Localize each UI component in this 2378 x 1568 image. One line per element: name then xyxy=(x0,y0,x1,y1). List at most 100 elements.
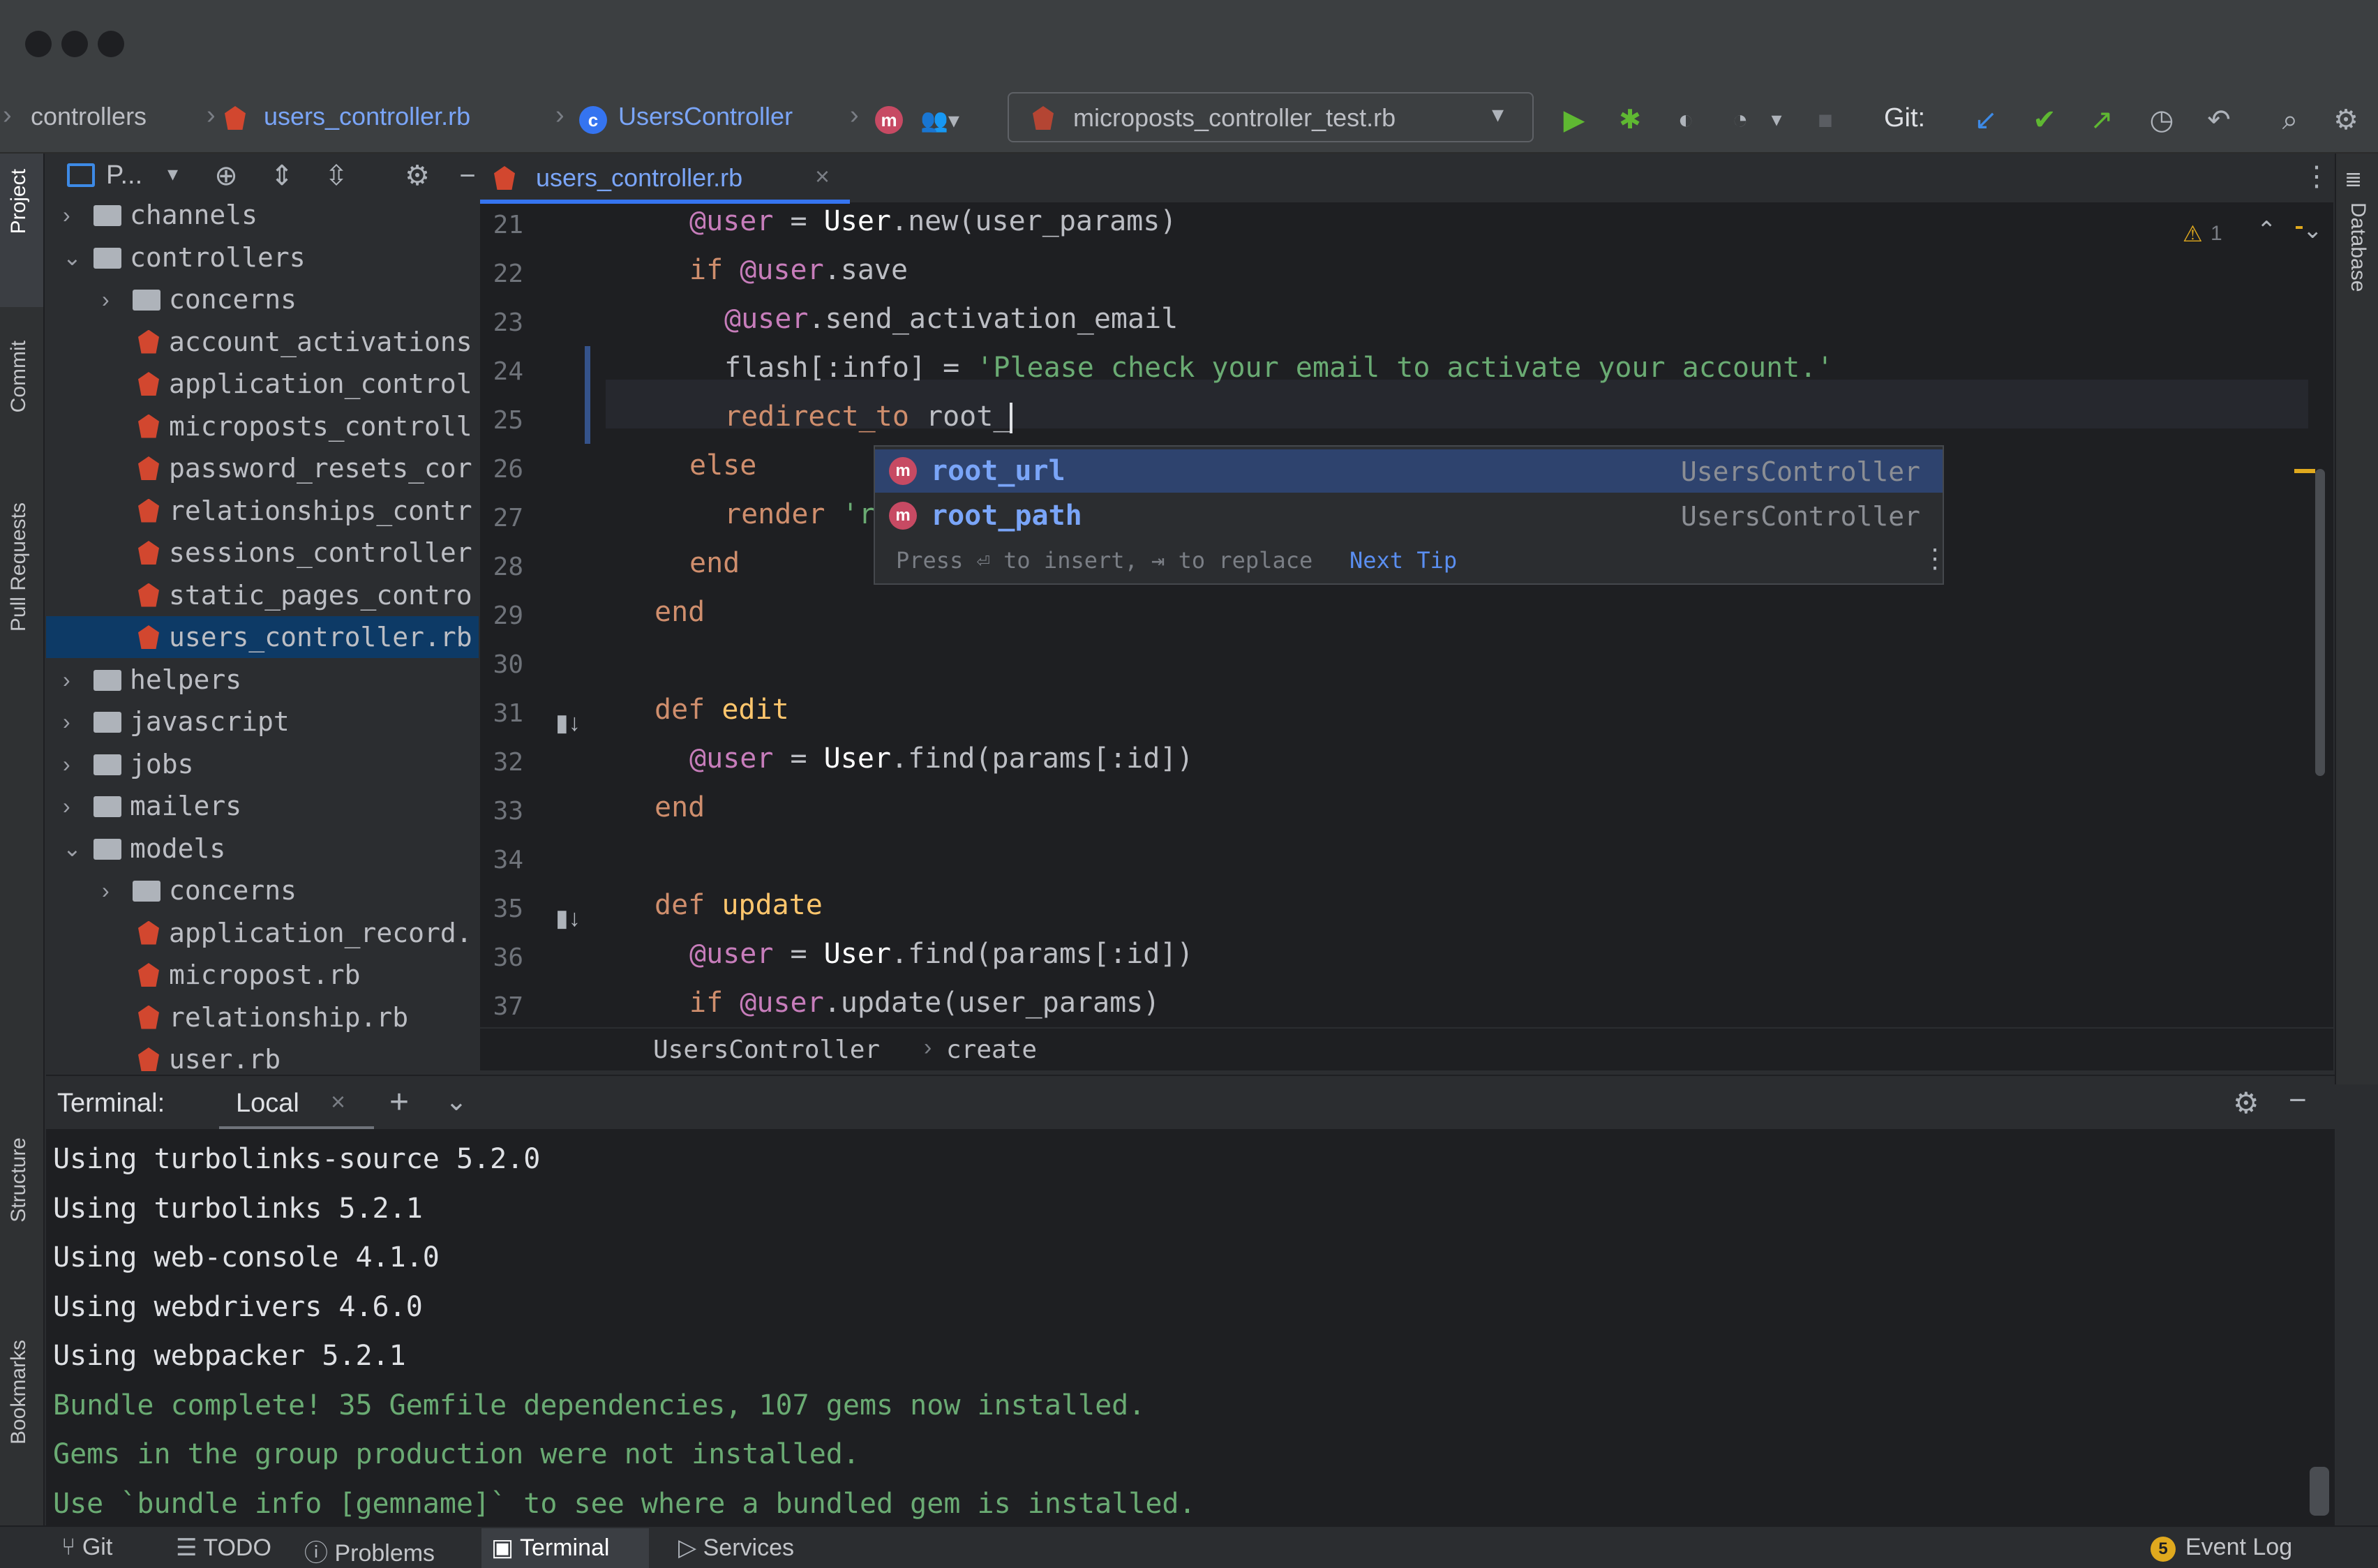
tree-file[interactable]: users_controller.rb xyxy=(46,616,479,658)
tree-folder[interactable]: › channels xyxy=(46,194,479,236)
terminal-tool-button[interactable]: ▣ Terminal xyxy=(491,1534,609,1562)
tree-file[interactable]: static_pages_contro xyxy=(46,574,479,616)
status-bar: ⑂ Git ☰ TODO ⓘ Problems ▣ Terminal ▷ Ser… xyxy=(0,1525,2378,1568)
tree-folder[interactable]: › jobs xyxy=(46,743,479,785)
previous-highlight-icon[interactable]: ⌃ xyxy=(2257,216,2277,244)
tree-folder[interactable]: ⌄ controllers xyxy=(46,237,479,278)
breadcrumb-separator-icon: › xyxy=(850,100,859,130)
rollback-icon[interactable]: ↶ xyxy=(2202,103,2236,137)
zoom-window-button[interactable] xyxy=(98,31,124,57)
chevron-right-icon[interactable]: › xyxy=(63,194,70,236)
terminal-settings-gear-icon[interactable]: ⚙ xyxy=(2233,1086,2259,1120)
tree-item-label: relationship.rb xyxy=(169,1001,409,1033)
method-icon: m xyxy=(889,502,917,530)
override-gutter-icon[interactable]: ▮↓ xyxy=(555,709,581,737)
popup-options-icon[interactable]: ⋮ xyxy=(1922,543,1948,574)
todo-tool-button[interactable]: ☰ TODO xyxy=(176,1534,271,1562)
minimize-window-button[interactable] xyxy=(61,31,88,57)
warning-icon[interactable]: ⚠ xyxy=(2183,221,2203,247)
tree-file[interactable]: micropost.rb xyxy=(46,954,479,996)
breadcrumb-class[interactable]: UsersController xyxy=(618,102,793,131)
chevron-right-icon[interactable]: › xyxy=(63,743,70,785)
chevron-down-icon[interactable]: ⌄ xyxy=(63,828,82,869)
tree-folder[interactable]: ⌄ models xyxy=(46,828,479,869)
breadcrumb-separator-icon: › xyxy=(924,1034,932,1061)
coverage-icon[interactable]: ◐ xyxy=(1669,103,1703,137)
tree-file[interactable]: sessions_controller xyxy=(46,532,479,574)
close-tab-icon[interactable]: × xyxy=(815,162,830,191)
chevron-down-icon[interactable]: ⌄ xyxy=(63,237,82,278)
tool-tab-project[interactable]: Project xyxy=(7,169,31,234)
editor-tab-users-controller[interactable]: users_controller.rb × xyxy=(480,154,850,204)
tree-file[interactable]: password_resets_cor xyxy=(46,447,479,489)
terminal-tab-local[interactable]: Local × xyxy=(219,1076,374,1130)
completion-item[interactable]: m root_path UsersController xyxy=(875,494,1943,537)
git-commit-icon[interactable]: ✔ xyxy=(2028,103,2061,137)
tree-file[interactable]: relationships_contr xyxy=(46,490,479,532)
code-editor[interactable]: 21 22 23 24 25 26 27 28 29 30 31 32 33 34 35 36 37 ▮↓ ▮↓… xyxy=(480,204,2333,1027)
ruby-file-icon xyxy=(138,498,159,523)
chevron-right-icon[interactable]: › xyxy=(102,869,110,911)
user-dropdown-icon[interactable]: 👥▾ xyxy=(915,103,964,137)
tree-folder[interactable]: › javascript xyxy=(46,701,479,742)
editor-scrollbar[interactable] xyxy=(2315,469,2325,776)
tree-folder[interactable]: › mailers xyxy=(46,785,479,827)
git-update-icon[interactable]: ↙ xyxy=(1969,103,2003,137)
tree-file[interactable]: relationship.rb xyxy=(46,996,479,1038)
completion-item[interactable]: m root_url UsersController xyxy=(875,449,1943,493)
tool-tab-commit[interactable]: Commit xyxy=(7,341,31,412)
tree-file[interactable]: application_control xyxy=(46,363,479,405)
settings-gear-icon[interactable]: ⚙ xyxy=(2329,103,2363,137)
terminal-scrollbar[interactable] xyxy=(2310,1467,2329,1516)
tree-folder[interactable]: › concerns xyxy=(46,869,479,911)
folder-icon xyxy=(133,881,160,902)
problems-tool-button[interactable]: ⓘ Problems xyxy=(304,1534,435,1568)
completion-name: root_url xyxy=(931,455,1065,487)
override-gutter-icon[interactable]: ▮↓ xyxy=(555,904,581,932)
ruby-file-icon xyxy=(138,414,159,438)
tree-folder[interactable]: › concerns xyxy=(46,278,479,320)
terminal-output[interactable]: Using turbolinks-source 5.2.0 Using turbo… xyxy=(46,1129,2335,1525)
tree-file[interactable]: microposts_controll xyxy=(46,405,479,447)
tool-tab-bookmarks[interactable]: Bookmarks xyxy=(7,1340,31,1444)
folder-icon xyxy=(94,247,121,269)
run-icon[interactable]: ▶ xyxy=(1557,103,1591,137)
git-push-icon[interactable]: ↗ xyxy=(2085,103,2118,137)
tool-tab-pull-requests[interactable]: Pull Requests xyxy=(7,502,31,632)
hide-terminal-icon[interactable]: − xyxy=(2289,1083,2307,1118)
tree-file[interactable]: user.rb xyxy=(46,1038,479,1080)
chevron-right-icon[interactable]: › xyxy=(63,659,70,701)
terminal-sessions-chevron-icon[interactable]: ⌄ xyxy=(445,1086,468,1117)
new-terminal-icon[interactable]: + xyxy=(389,1083,409,1121)
run-configuration-select[interactable]: microposts_controller_test.rb ▾ xyxy=(1008,92,1534,142)
chevron-right-icon[interactable]: › xyxy=(102,278,110,320)
git-tool-button[interactable]: ⑂ Git xyxy=(61,1534,112,1561)
tool-tab-structure[interactable]: Structure xyxy=(7,1137,31,1223)
breadcrumb-method[interactable]: create xyxy=(946,1036,1037,1064)
chevron-right-icon[interactable]: › xyxy=(63,785,70,827)
more-run-options-icon[interactable]: ▾ xyxy=(1764,103,1789,137)
tree-file[interactable]: account_activations xyxy=(46,321,479,363)
search-icon[interactable]: ⌕ xyxy=(2273,103,2307,137)
tree-folder[interactable]: › helpers xyxy=(46,659,479,701)
git-label: Git: xyxy=(1884,103,1926,133)
tree-file[interactable]: application_record. xyxy=(46,912,479,954)
profile-icon[interactable]: ◔ xyxy=(1723,103,1757,137)
tree-item-label: concerns xyxy=(169,875,297,906)
chevron-right-icon[interactable]: › xyxy=(63,701,70,742)
debug-icon[interactable]: ✱ xyxy=(1613,103,1647,137)
close-tab-icon[interactable]: × xyxy=(331,1087,345,1117)
breadcrumb-controllers[interactable]: controllers xyxy=(31,102,147,131)
close-window-button[interactable] xyxy=(25,31,52,57)
breadcrumb-file[interactable]: users_controller.rb xyxy=(264,102,470,131)
tool-tab-database[interactable]: Database xyxy=(2346,202,2370,292)
method-icon[interactable]: m xyxy=(875,106,903,134)
history-icon[interactable]: ◷ xyxy=(2145,103,2178,137)
editor-more-icon[interactable]: ⋮ xyxy=(2303,160,2331,193)
event-log-button[interactable]: Event Log xyxy=(2185,1534,2292,1561)
next-highlight-icon[interactable]: ⌄ xyxy=(2303,216,2323,244)
line-number: 22 xyxy=(493,260,523,288)
services-tool-button[interactable]: ▷ Services xyxy=(678,1534,794,1562)
breadcrumb-class[interactable]: UsersController xyxy=(653,1036,880,1064)
next-tip-link[interactable]: Next Tip xyxy=(1349,547,1457,574)
